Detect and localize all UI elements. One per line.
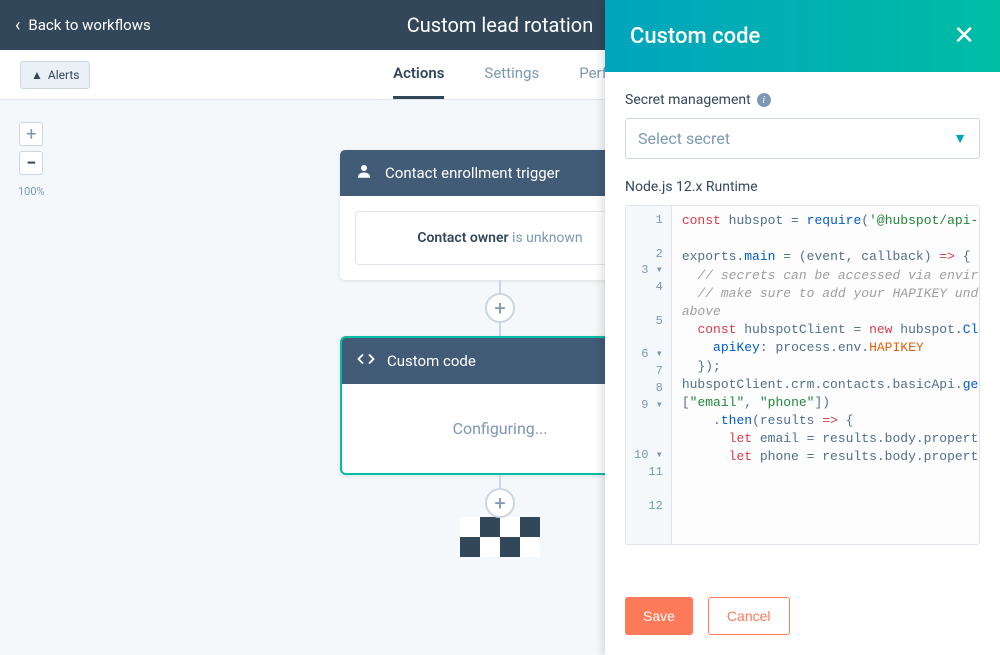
secret-management-label: Secret management i bbox=[625, 92, 980, 108]
panel-body: Secret management i Select secret ▼ Node… bbox=[605, 72, 1000, 577]
custom-code-title: Custom code bbox=[387, 352, 476, 370]
tab-performance[interactable]: Perf bbox=[579, 50, 607, 99]
code-icon bbox=[357, 350, 375, 372]
trigger-condition: Contact owner is unknown bbox=[355, 211, 645, 265]
custom-code-side-panel: Custom code ✕ Secret management i Select… bbox=[605, 0, 1000, 655]
tab-actions[interactable]: Actions bbox=[393, 50, 444, 99]
trigger-title: Contact enrollment trigger bbox=[385, 164, 560, 182]
info-icon[interactable]: i bbox=[757, 93, 771, 107]
add-action-button-2[interactable]: + bbox=[485, 488, 515, 518]
panel-footer: Save Cancel bbox=[605, 577, 1000, 655]
code-gutter: 1 2 3 ▾ 4 5 6 ▾ 7 8 9 ▾ 10 ▾ 11 12 bbox=[626, 206, 672, 544]
cancel-button[interactable]: Cancel bbox=[708, 597, 790, 635]
back-label: Back to workflows bbox=[28, 16, 150, 34]
panel-header: Custom code ✕ bbox=[605, 0, 1000, 72]
zoom-percent: 100% bbox=[18, 185, 45, 198]
zoom-out-button[interactable]: − bbox=[19, 151, 43, 175]
zoom-controls: + − 100% bbox=[18, 122, 45, 198]
tab-settings[interactable]: Settings bbox=[484, 50, 539, 99]
close-panel-button[interactable]: ✕ bbox=[953, 21, 975, 51]
code-content[interactable]: const hubspot = require('@hubspot/api-cl… bbox=[672, 206, 980, 544]
chevron-left-icon: ‹ bbox=[15, 15, 20, 36]
chevron-down-icon: ▼ bbox=[953, 130, 967, 147]
page-title: Custom lead rotation bbox=[407, 13, 593, 37]
runtime-label: Node.js 12.x Runtime bbox=[625, 179, 980, 195]
workflow-end-marker bbox=[460, 517, 540, 557]
warning-icon: ▲ bbox=[31, 68, 43, 82]
save-button[interactable]: Save bbox=[625, 597, 693, 635]
code-editor[interactable]: 1 2 3 ▾ 4 5 6 ▾ 7 8 9 ▾ 10 ▾ 11 12 const… bbox=[625, 205, 980, 545]
secret-select[interactable]: Select secret ▼ bbox=[625, 118, 980, 159]
person-icon bbox=[355, 162, 373, 184]
alerts-button[interactable]: ▲ Alerts bbox=[20, 61, 90, 89]
add-action-button-1[interactable]: + bbox=[485, 293, 515, 323]
panel-title: Custom code bbox=[630, 24, 760, 49]
zoom-in-button[interactable]: + bbox=[19, 122, 43, 146]
tabs: Actions Settings Perf bbox=[393, 50, 607, 99]
back-to-workflows-link[interactable]: ‹ Back to workflows bbox=[15, 15, 151, 36]
